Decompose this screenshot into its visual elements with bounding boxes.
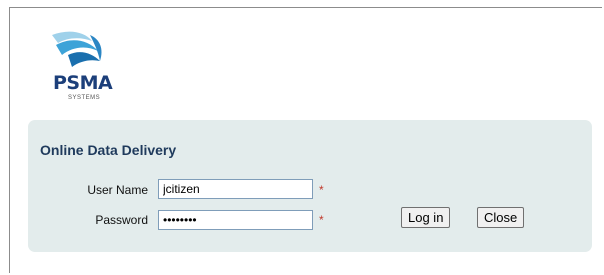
password-label: Password	[95, 213, 148, 227]
psma-swirl-icon	[52, 31, 102, 67]
panel-title: Online Data Delivery	[40, 142, 177, 158]
username-label: User Name	[87, 183, 148, 197]
password-input[interactable]	[158, 210, 313, 230]
psma-subtitle: SYSTEMS	[68, 95, 101, 101]
username-required-marker: *	[319, 183, 324, 197]
psma-wordmark: PSMA	[53, 72, 113, 94]
login-button[interactable]: Log in	[401, 207, 451, 228]
login-panel: Online Data Delivery User Name * Passwor…	[28, 120, 592, 252]
close-button[interactable]: Close	[477, 207, 525, 228]
psma-logo: PSMA SYSTEMS	[50, 25, 160, 105]
username-input[interactable]	[158, 179, 313, 199]
password-required-marker: *	[319, 213, 324, 227]
